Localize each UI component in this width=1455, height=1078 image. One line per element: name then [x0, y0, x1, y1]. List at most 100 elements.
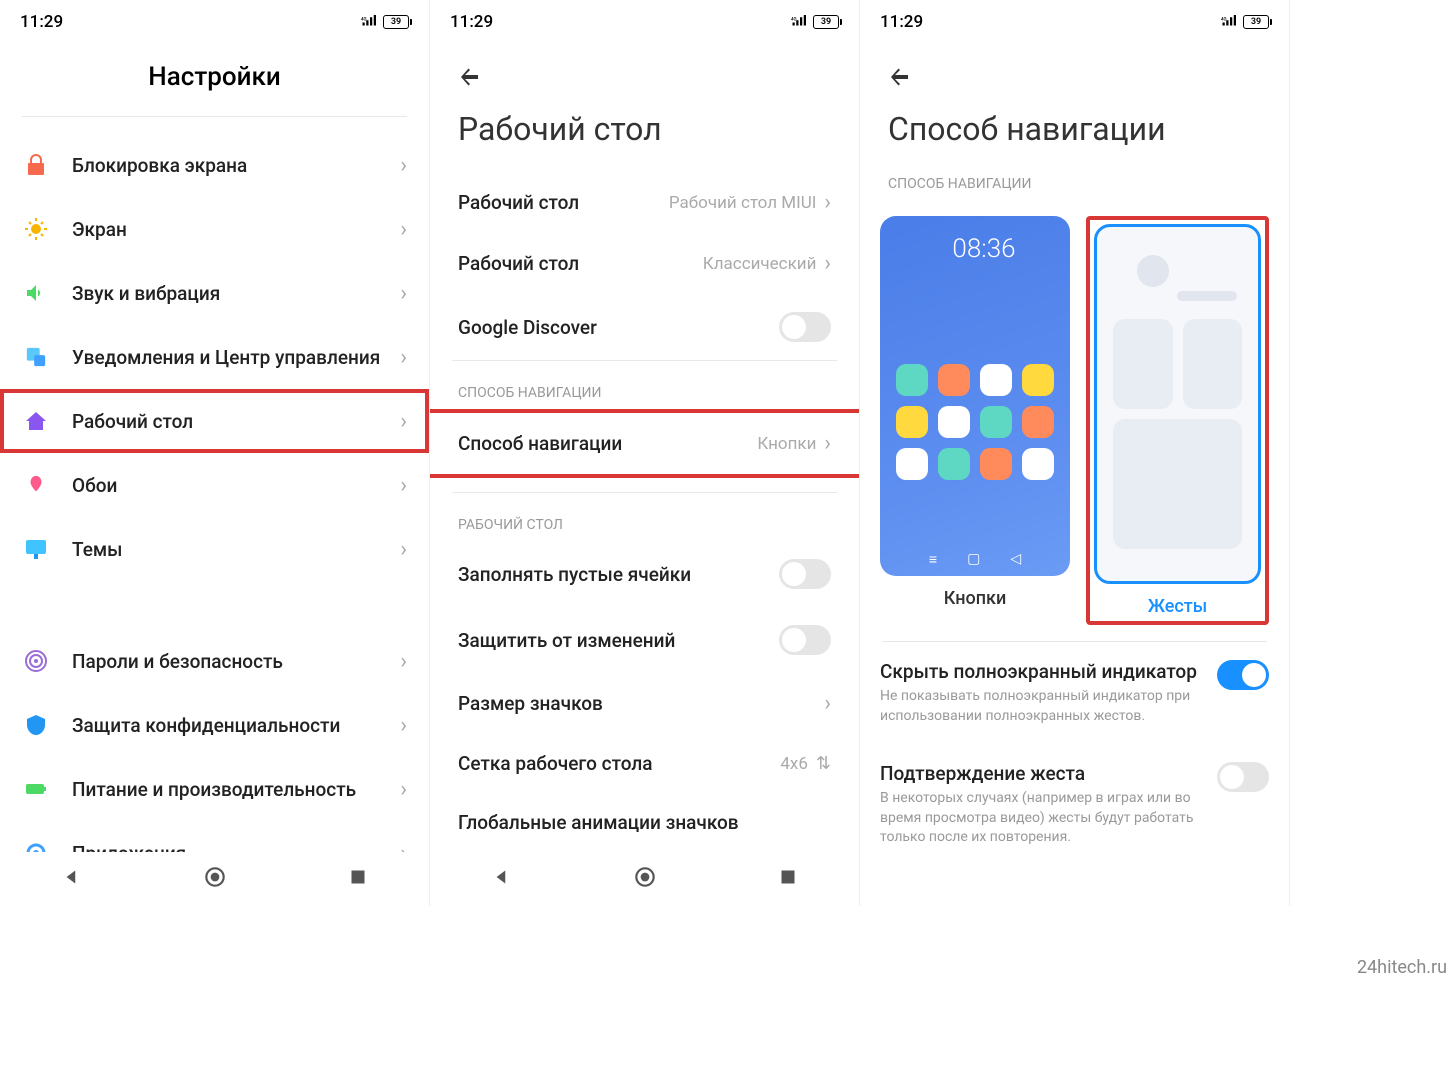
section-nav-header: СПОСОБ НАВИГАЦИИ: [430, 361, 859, 409]
option-label-buttons: Кнопки: [880, 588, 1070, 609]
chevron-right-icon: ›: [400, 649, 407, 674]
chevron-right-icon: ›: [400, 473, 407, 498]
nav-recents-button[interactable]: [345, 864, 371, 894]
pref-label: Заполнять пустые ячейки: [458, 563, 779, 586]
page-title: Рабочий стол: [430, 106, 859, 172]
status-time: 11:29: [880, 12, 923, 32]
item-label: Рабочий стол: [72, 410, 400, 433]
pref-google-discover[interactable]: Google Discover: [430, 294, 859, 360]
item-notifications[interactable]: Уведомления и Центр управления ›: [0, 325, 429, 389]
nav-option-gestures[interactable]: Жесты: [1086, 216, 1269, 625]
nav-back-button[interactable]: [59, 864, 85, 894]
settings-screen: 11:29 4G 39 Настройки Блокировка экрана …: [0, 0, 430, 906]
chevron-right-icon: ›: [400, 409, 407, 434]
pref-title: Подтверждение жеста: [880, 762, 1201, 785]
battery-icon: [22, 775, 50, 803]
stepper-icon[interactable]: ⇅: [816, 753, 831, 774]
pref-label: Рабочий стол: [458, 191, 669, 214]
toggle-switch[interactable]: [779, 312, 831, 342]
toggle-switch[interactable]: [1217, 660, 1269, 690]
page-title: Способ навигации: [860, 106, 1289, 172]
status-bar: 11:29 4G 39: [860, 0, 1289, 44]
item-home-screen[interactable]: Рабочий стол ›: [0, 389, 429, 453]
chevron-right-icon: ›: [824, 251, 831, 276]
svg-text:4G: 4G: [361, 16, 367, 22]
section-desktop-header: РАБОЧИЙ СТОЛ: [430, 493, 859, 541]
highlighted-nav-method: Способ навигации Кнопки ›: [430, 409, 860, 478]
nav-option-buttons[interactable]: 08:36 ≡▢◁ Кнопки: [880, 216, 1070, 625]
item-display[interactable]: Экран ›: [0, 197, 429, 261]
status-right: 4G 39: [791, 14, 839, 31]
pref-label: Способ навигации: [458, 432, 757, 455]
toggle-switch[interactable]: [779, 559, 831, 589]
nav-home-button[interactable]: [202, 864, 228, 894]
preview-avatar: [1137, 255, 1169, 287]
item-label: Питание и производительность: [72, 778, 400, 801]
chevron-right-icon: ›: [400, 281, 407, 306]
toggle-switch[interactable]: [1217, 762, 1269, 792]
pref-title: Скрыть полноэкранный индикатор: [880, 660, 1201, 683]
wallpaper-icon: [22, 471, 50, 499]
preview-clock: 08:36: [880, 216, 1070, 264]
pref-confirm-gesture[interactable]: Подтверждение жеста В некоторых случаях …: [860, 744, 1289, 866]
pref-hide-indicator[interactable]: Скрыть полноэкранный индикатор Не показы…: [860, 642, 1289, 744]
nav-back-button[interactable]: [489, 864, 515, 894]
item-label: Пароли и безопасность: [72, 650, 400, 673]
home-screen-settings: 11:29 4G 39 Рабочий стол Рабочий стол Ра…: [430, 0, 860, 906]
pref-grid[interactable]: Сетка рабочего стола 4x6 ⇅: [430, 734, 859, 793]
chevron-right-icon: ›: [824, 691, 831, 716]
nav-options: 08:36 ≡▢◁ Кнопки Жесты: [860, 200, 1289, 641]
preview-apps: [880, 264, 1070, 480]
item-passwords-security[interactable]: Пароли и безопасность ›: [0, 629, 429, 693]
section-header: СПОСОБ НАВИГАЦИИ: [860, 172, 1289, 200]
pref-value: Классический: [703, 254, 817, 274]
item-label: Блокировка экрана: [72, 154, 400, 177]
item-sound[interactable]: Звук и вибрация ›: [0, 261, 429, 325]
status-right: 4G 39: [1221, 14, 1269, 31]
preview-nav-buttons: ≡▢◁: [880, 551, 1070, 568]
notification-icon: [22, 343, 50, 371]
themes-icon: [22, 535, 50, 563]
status-bar: 11:29 4G 39: [0, 0, 429, 44]
pref-label: Защитить от изменений: [458, 629, 779, 652]
lock-icon: [22, 151, 50, 179]
item-label: Темы: [72, 538, 400, 561]
nav-recents-button[interactable]: [775, 864, 801, 894]
settings-list: Блокировка экрана › Экран › Звук и вибра…: [0, 117, 429, 885]
pref-global-anim[interactable]: Глобальные анимации значков: [430, 793, 859, 852]
status-right: 4G 39: [361, 14, 409, 31]
system-nav-bar: [430, 852, 859, 906]
battery-icon: 39: [1243, 15, 1269, 29]
pref-desc: В некоторых случаях (например в играх ил…: [880, 789, 1201, 848]
back-button[interactable]: [458, 64, 482, 88]
pref-style[interactable]: Рабочий стол Классический ›: [430, 233, 859, 294]
item-lock-screen[interactable]: Блокировка экрана ›: [0, 133, 429, 197]
item-label: Звук и вибрация: [72, 282, 400, 305]
pref-launcher[interactable]: Рабочий стол Рабочий стол MIUI ›: [430, 172, 859, 233]
chevron-right-icon: ›: [824, 190, 831, 215]
home-icon: [22, 407, 50, 435]
pref-icon-size[interactable]: Размер значков ›: [430, 673, 859, 734]
speaker-icon: [22, 279, 50, 307]
preview-buttons: 08:36 ≡▢◁: [880, 216, 1070, 576]
pref-lock-layout[interactable]: Защитить от изменений: [430, 607, 859, 673]
fingerprint-icon: [22, 647, 50, 675]
option-label-gestures: Жесты: [1094, 596, 1261, 617]
chevron-right-icon: ›: [400, 777, 407, 802]
nav-home-button[interactable]: [632, 864, 658, 894]
back-button[interactable]: [888, 64, 912, 88]
toggle-switch[interactable]: [779, 625, 831, 655]
pref-fill-empty[interactable]: Заполнять пустые ячейки: [430, 541, 859, 607]
pref-nav-method[interactable]: Способ навигации Кнопки ›: [430, 413, 859, 474]
item-battery-perf[interactable]: Питание и производительность ›: [0, 757, 429, 821]
item-privacy[interactable]: Защита конфиденциальности ›: [0, 693, 429, 757]
preview-gestures: [1094, 224, 1261, 584]
item-wallpaper[interactable]: Обои ›: [0, 453, 429, 517]
svg-text:4G: 4G: [791, 16, 797, 22]
pref-desc: Не показывать полноэкранный индикатор пр…: [880, 687, 1201, 726]
item-themes[interactable]: Темы ›: [0, 517, 429, 581]
system-nav-bar: [0, 852, 429, 906]
pref-label: Размер значков: [458, 692, 824, 715]
chevron-right-icon: ›: [400, 217, 407, 242]
section-gap: [0, 581, 429, 629]
